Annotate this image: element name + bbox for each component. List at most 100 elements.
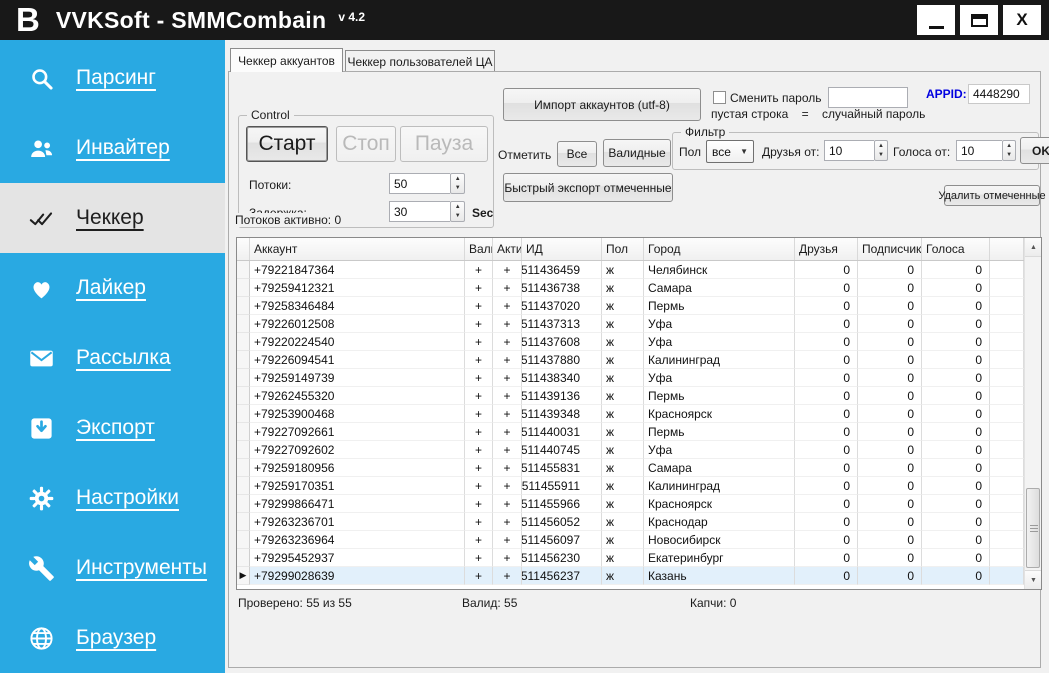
row-selector-cell[interactable] [237,369,250,387]
table-cell[interactable]: + [465,423,493,441]
table-cell[interactable]: +79227092661 [250,423,465,441]
filter-ok-button[interactable]: OK [1020,137,1049,164]
spin-up-icon[interactable]: ▲ [451,174,464,184]
table-cell[interactable]: 0 [922,369,990,387]
pause-button[interactable]: Пауза [400,126,488,162]
table-cell[interactable]: ж [602,513,644,531]
table-cell[interactable]: 0 [795,567,858,585]
table-cell[interactable]: Красноярск [644,495,795,513]
table-cell[interactable]: 0 [858,333,922,351]
table-cell[interactable]: 0 [858,531,922,549]
table-cell[interactable]: +79259170351 [250,477,465,495]
row-selector-cell[interactable] [237,495,250,513]
table-cell[interactable]: +79259180956 [250,459,465,477]
table-cell[interactable]: 0 [858,441,922,459]
table-row[interactable]: +79220224540 + +511437608 ж Уфа 0 0 0 [237,333,1024,351]
friends-from-input[interactable] [824,140,875,161]
table-cell[interactable]: 511455911 [522,477,602,495]
table-cell[interactable]: Екатеринбург [644,549,795,567]
table-cell[interactable]: 0 [922,459,990,477]
spin-up-icon[interactable]: ▲ [875,141,887,151]
table-cell[interactable]: ж [602,369,644,387]
maximize-button[interactable] [960,5,998,35]
table-cell[interactable]: +79263236701 [250,513,465,531]
scroll-up-icon[interactable]: ▲ [1025,238,1041,257]
table-cell[interactable]: Красноярск [644,405,795,423]
table-cell[interactable]: + [493,261,522,279]
tab-checker-target-users[interactable]: Чеккер пользователей ЦА [345,50,495,72]
table-cell[interactable]: Уфа [644,315,795,333]
table-cell[interactable]: 0 [858,405,922,423]
table-cell[interactable]: 0 [922,333,990,351]
table-row[interactable]: +79259412321 + +511436738 ж Самара 0 0 0 [237,279,1024,297]
appid-input[interactable] [968,84,1030,104]
row-selector-cell[interactable] [237,315,250,333]
row-selector-cell[interactable] [237,405,250,423]
sidebar-item-tools[interactable]: Инструменты [0,533,225,603]
table-cell[interactable]: ж [602,351,644,369]
spin-down-icon[interactable]: ▼ [451,212,464,222]
mark-valid-button[interactable]: Валидные [603,139,671,167]
table-cell[interactable]: + [493,351,522,369]
table-cell[interactable]: 0 [922,477,990,495]
sidebar-item-export[interactable]: Экспорт [0,393,225,463]
mark-all-button[interactable]: Все [557,141,597,167]
table-cell[interactable]: 511455966 [522,495,602,513]
table-cell[interactable]: 511436738 [522,279,602,297]
table-cell[interactable]: + [493,405,522,423]
table-row[interactable]: +79262455320 + +511439136 ж Пермь 0 0 0 [237,387,1024,405]
column-header[interactable]: Валид [465,238,493,260]
table-cell[interactable]: + [493,369,522,387]
table-cell[interactable]: 0 [922,531,990,549]
table-cell[interactable]: 511439348 [522,405,602,423]
table-cell[interactable]: ж [602,495,644,513]
table-cell[interactable]: + [493,531,522,549]
table-cell[interactable]: + [465,459,493,477]
scrollbar-thumb[interactable] [1026,488,1040,568]
table-cell[interactable]: 0 [795,477,858,495]
table-cell[interactable]: + [465,261,493,279]
table-cell[interactable]: ж [602,423,644,441]
table-cell[interactable]: 0 [858,549,922,567]
table-cell[interactable]: ж [602,315,644,333]
votes-from-input[interactable] [956,140,1003,161]
sidebar-item-checker[interactable]: Чеккер [0,183,225,253]
table-cell[interactable]: + [493,513,522,531]
table-cell[interactable]: 0 [922,495,990,513]
row-selector-cell[interactable] [237,549,250,567]
new-password-input[interactable] [828,87,908,108]
table-cell[interactable]: 0 [858,477,922,495]
table-cell[interactable]: 0 [922,315,990,333]
table-cell[interactable]: +79227092602 [250,441,465,459]
table-cell[interactable]: 511455831 [522,459,602,477]
table-cell[interactable]: +79226094541 [250,351,465,369]
gender-select[interactable]: все ▼ [706,140,754,163]
table-cell[interactable]: 0 [795,315,858,333]
table-cell[interactable]: Калининград [644,477,795,495]
delete-marked-button[interactable]: Удалить отмеченные [938,185,1046,206]
table-cell[interactable]: Самара [644,459,795,477]
table-cell[interactable]: + [465,477,493,495]
table-cell[interactable]: ж [602,261,644,279]
table-cell[interactable]: 0 [858,459,922,477]
table-cell[interactable]: 511440031 [522,423,602,441]
table-cell[interactable]: 0 [858,513,922,531]
column-header[interactable]: Аккаунт [250,238,465,260]
table-cell[interactable]: 511438340 [522,369,602,387]
scroll-down-icon[interactable]: ▼ [1025,570,1041,589]
table-cell[interactable]: 511456052 [522,513,602,531]
table-cell[interactable]: 0 [858,495,922,513]
column-header[interactable]: Голоса [922,238,990,260]
table-cell[interactable]: 511436459 [522,261,602,279]
table-row[interactable]: +79226012508 + +511437313 ж Уфа 0 0 0 [237,315,1024,333]
table-cell[interactable]: 0 [795,369,858,387]
table-cell[interactable]: 0 [795,459,858,477]
table-row[interactable]: +79259149739 + +511438340 ж Уфа 0 0 0 [237,369,1024,387]
sidebar-item-mailing[interactable]: Рассылка [0,323,225,393]
table-cell[interactable]: 0 [795,333,858,351]
table-cell[interactable]: 0 [858,315,922,333]
row-selector-cell[interactable] [237,459,250,477]
quick-export-button[interactable]: Быстрый экспорт отмеченные [503,173,673,202]
table-cell[interactable]: 0 [922,513,990,531]
table-cell[interactable]: +79262455320 [250,387,465,405]
